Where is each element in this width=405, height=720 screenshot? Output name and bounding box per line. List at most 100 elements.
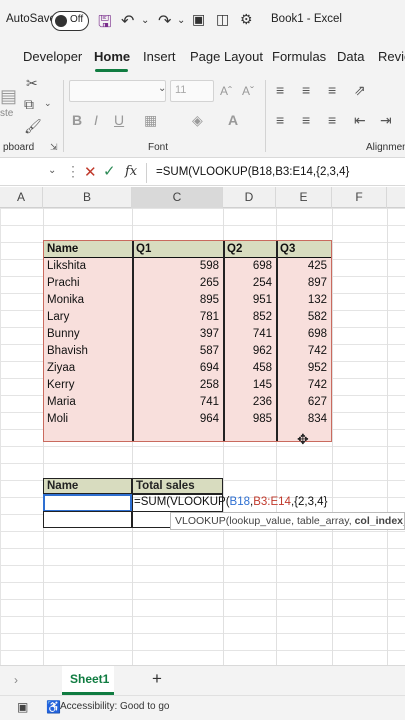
tab-page-layout[interactable]: Page Layout <box>190 49 263 64</box>
table-cell-q1[interactable]: 781 <box>133 309 223 326</box>
tab-formulas[interactable]: Formulas <box>272 49 326 64</box>
table-cell-q1[interactable]: 598 <box>133 258 223 275</box>
font-size-box[interactable]: 11 <box>170 80 214 102</box>
table-cell-q2[interactable]: 698 <box>225 258 276 275</box>
column-header-a[interactable]: A <box>0 187 43 208</box>
format-painter-icon[interactable]: 🖌 <box>24 118 42 135</box>
decrease-indent-icon[interactable]: ⇤ <box>354 112 366 129</box>
save-icon[interactable]: 🖫 <box>98 11 112 38</box>
table-cell-q3[interactable]: 132 <box>278 292 331 309</box>
table-cell-q2[interactable]: 951 <box>225 292 276 309</box>
tab-data[interactable]: Data <box>337 49 364 64</box>
tab-developer[interactable]: Developer <box>23 49 82 64</box>
formula-input[interactable]: =SUM(VLOOKUP(B18,B3:E14,{2,3,4} <box>156 166 349 178</box>
result-row-2-name[interactable] <box>43 511 132 528</box>
table-cell-name[interactable]: Prachi <box>44 275 132 292</box>
result-header-total-sales[interactable]: Total sales <box>132 478 223 494</box>
table-cell-name[interactable]: Bhavish <box>44 343 132 360</box>
table-cell-q1[interactable]: 694 <box>133 360 223 377</box>
function-tooltip[interactable]: VLOOKUP(lookup_value, table_array, col_i… <box>170 512 405 530</box>
table-cell-name[interactable]: Moli <box>44 411 132 428</box>
insert-function-icon[interactable]: fx <box>125 164 137 179</box>
tab-insert[interactable]: Insert <box>143 49 176 64</box>
header-q2[interactable]: Q2 <box>224 241 277 258</box>
table-cell-q3[interactable]: 582 <box>278 309 331 326</box>
align-left-icon[interactable]: ≡ <box>276 112 284 128</box>
table-cell-q3[interactable]: 425 <box>278 258 331 275</box>
result-header-name[interactable]: Name <box>43 478 132 494</box>
table-cell-q3[interactable]: 627 <box>278 394 331 411</box>
sheet-tab-sheet1[interactable]: Sheet1 <box>62 666 114 695</box>
name-box-dropdown-icon[interactable]: ⌄ <box>48 165 56 176</box>
scroll-sheets-icon[interactable]: › <box>14 673 18 687</box>
copy-dropdown-icon[interactable]: ⌄ <box>44 98 52 109</box>
borders-icon[interactable]: ▦ <box>144 112 157 129</box>
font-name-box[interactable] <box>69 80 166 102</box>
align-middle-icon[interactable]: ≡ <box>302 82 310 98</box>
table-cell-q3[interactable]: 834 <box>278 411 331 428</box>
header-name[interactable]: Name <box>44 241 133 258</box>
table-cell-q3[interactable]: 897 <box>278 275 331 292</box>
table-cell-q2[interactable]: 962 <box>225 343 276 360</box>
table-cell-q2[interactable]: 458 <box>225 360 276 377</box>
tab-home[interactable]: Home <box>94 49 130 64</box>
increase-font-icon[interactable]: Aˆ <box>220 84 232 98</box>
table-cell-q1[interactable]: 265 <box>133 275 223 292</box>
table-cell-name[interactable]: Maria <box>44 394 132 411</box>
table-cell-q3[interactable]: 698 <box>278 326 331 343</box>
font-name-dropdown-icon[interactable]: ⌄ <box>158 83 166 94</box>
table-cell-name[interactable]: Lary <box>44 309 132 326</box>
redo-dropdown-icon[interactable]: ⌄ <box>177 15 185 26</box>
table-cell-q2[interactable]: 145 <box>225 377 276 394</box>
table-cell-q2[interactable]: 852 <box>225 309 276 326</box>
table-cell-q1[interactable]: 397 <box>133 326 223 343</box>
underline-icon[interactable]: U <box>114 112 124 128</box>
column-header-d[interactable]: D <box>223 187 276 208</box>
cut-icon[interactable]: ✂ <box>26 75 38 92</box>
accessibility-status[interactable]: Accessibility: Good to go <box>60 701 170 712</box>
form-icon[interactable]: ◫ <box>216 11 229 28</box>
bold-icon[interactable]: B <box>72 112 82 128</box>
increase-indent-icon[interactable]: ⇥ <box>380 112 392 129</box>
table-cell-q3[interactable]: 742 <box>278 377 331 394</box>
decrease-font-icon[interactable]: Aˇ <box>242 84 254 98</box>
accessibility-icon[interactable]: ♿ <box>46 700 61 714</box>
macro-record-icon[interactable]: ▣ <box>17 700 28 714</box>
align-top-icon[interactable]: ≡ <box>276 82 284 98</box>
align-bottom-icon[interactable]: ≡ <box>328 82 336 98</box>
add-sheet-icon[interactable]: + <box>152 669 162 689</box>
column-header-b[interactable]: B <box>43 187 132 208</box>
undo-dropdown-icon[interactable]: ⌄ <box>141 15 149 26</box>
italic-icon[interactable]: I <box>94 112 98 128</box>
table-cell-name[interactable]: Bunny <box>44 326 132 343</box>
table-cell-name[interactable]: Monika <box>44 292 132 309</box>
column-header-e[interactable]: E <box>276 187 332 208</box>
align-center-icon[interactable]: ≡ <box>302 112 310 128</box>
customize-icon[interactable]: ⚙ <box>240 11 253 28</box>
header-q3[interactable]: Q3 <box>277 241 331 258</box>
camera-icon[interactable]: ▣ <box>192 11 205 28</box>
cell-formula-edit[interactable]: =SUM(VLOOKUP(B18,B3:E14,{2,3,4} <box>134 496 327 508</box>
table-cell-q1[interactable]: 587 <box>133 343 223 360</box>
table-cell-q1[interactable]: 895 <box>133 292 223 309</box>
table-cell-q1[interactable]: 741 <box>133 394 223 411</box>
column-header-c[interactable]: C <box>132 187 223 208</box>
tab-review[interactable]: Revie <box>378 49 405 64</box>
enter-icon[interactable]: ✓ <box>103 162 116 180</box>
align-right-icon[interactable]: ≡ <box>328 112 336 128</box>
fill-color-icon[interactable]: ◈ <box>192 112 203 129</box>
lookup-name-cell[interactable] <box>43 494 132 512</box>
table-cell-q2[interactable]: 985 <box>225 411 276 428</box>
copy-icon[interactable]: ⧉ <box>24 96 34 113</box>
clipboard-launcher-icon[interactable]: ⇲ <box>50 142 58 153</box>
table-cell-q2[interactable]: 236 <box>225 394 276 411</box>
table-cell-q3[interactable]: 742 <box>278 343 331 360</box>
autosave-toggle[interactable]: Off <box>51 11 89 31</box>
table-cell-q1[interactable]: 964 <box>133 411 223 428</box>
table-cell-name[interactable]: Likshita <box>44 258 132 275</box>
table-cell-name[interactable]: Kerry <box>44 377 132 394</box>
table-cell-name[interactable]: Ziyaa <box>44 360 132 377</box>
font-color-icon[interactable]: A <box>228 112 238 128</box>
cancel-icon[interactable]: ✕ <box>84 163 97 181</box>
table-cell-q3[interactable]: 952 <box>278 360 331 377</box>
